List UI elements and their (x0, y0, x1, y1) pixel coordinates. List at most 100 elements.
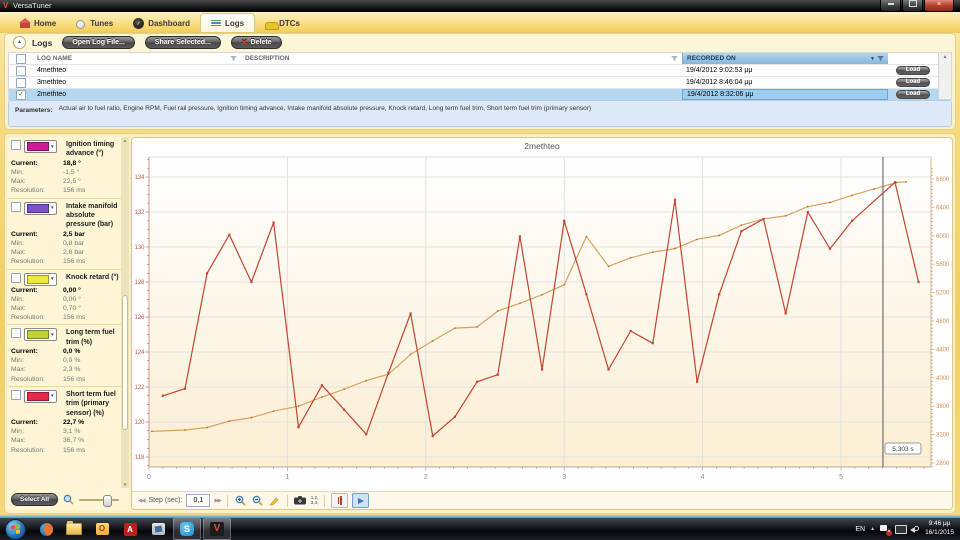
tab-tunes[interactable]: Tunes (66, 14, 123, 32)
taskbar-outlook-icon[interactable]: O (89, 519, 115, 539)
load-button[interactable]: Load (895, 66, 931, 75)
zoom-in-icon[interactable] (234, 495, 247, 507)
table-row[interactable]: 3methteo 19/4/2012 8:46:04 μμ Load (9, 77, 951, 89)
start-button[interactable] (5, 518, 26, 540)
snapshot-camera-icon[interactable] (294, 495, 307, 507)
series-checkbox[interactable] (11, 389, 21, 400)
tab-dashboard[interactable]: Dashboard (123, 14, 200, 32)
logs-panel-header: ▲ Logs Open Log File... Share Selected..… (5, 34, 955, 51)
min-value: 0,0 % (63, 357, 81, 365)
series-checkbox[interactable] (11, 201, 21, 212)
play-mode-button[interactable] (352, 493, 370, 508)
resolution-label: Resolution: (11, 187, 46, 195)
series-color-swatch[interactable]: ▾ (24, 328, 57, 342)
zoom-out-icon[interactable] (251, 495, 264, 507)
row-checkbox[interactable] (16, 65, 26, 76)
resolution-value: 156 ms (63, 187, 86, 195)
column-recorded-on[interactable]: RECORDED ON ▼ (682, 53, 888, 64)
select-all-checkbox[interactable] (16, 53, 26, 64)
svg-text:132: 132 (134, 210, 145, 216)
select-all-button[interactable]: Select All (11, 493, 59, 506)
scrollbar-thumb[interactable] (122, 294, 128, 431)
table-scrollbar[interactable]: ▲ (938, 53, 951, 99)
table-row[interactable]: 4methteo 19/4/2012 9:02:53 μμ Load (9, 65, 951, 77)
svg-text:6800: 6800 (936, 177, 950, 183)
row-checkbox[interactable] (16, 77, 26, 88)
filter-icon[interactable] (877, 55, 884, 62)
parameter-panel-map: ▾ Intake manifold absolute pressure (bar… (7, 199, 129, 270)
svg-text:4400: 4400 (936, 347, 950, 353)
parameter-panel-stft: ▾ Short term fuel trim (primary sensor) … (7, 387, 129, 457)
language-indicator[interactable]: EN (855, 526, 865, 533)
load-button[interactable]: Load (895, 78, 931, 87)
series-checkbox[interactable] (11, 272, 21, 283)
values-table-icon[interactable]: 1,2, 3,4, (311, 495, 319, 506)
current-label: Current: (11, 286, 38, 294)
tab-home[interactable]: Home (10, 14, 66, 32)
network-icon[interactable] (895, 524, 908, 534)
open-log-file-button[interactable]: Open Log File... (62, 36, 135, 49)
series-checkbox[interactable] (11, 140, 21, 150)
column-log-name[interactable]: LOG NAME (33, 53, 241, 64)
step-back-icon[interactable]: ◀◀ (138, 498, 146, 504)
chart-title: 2methteo (524, 141, 560, 151)
volume-icon[interactable] (910, 525, 920, 534)
tab-logs[interactable]: Logs (200, 13, 256, 32)
series-color-swatch[interactable]: ▾ (24, 272, 57, 286)
taskbar-firefox-icon[interactable] (33, 519, 59, 539)
taskbar: O A S V EN ▲ 9:46 μμ 16/1/2015 (0, 518, 960, 540)
step-forward-icon[interactable]: ▶▶ (214, 498, 222, 504)
svg-text:5: 5 (839, 474, 843, 481)
tab-bar: Home Tunes Dashboard Logs DTCs (0, 12, 960, 33)
row-checkbox-checked[interactable] (16, 89, 26, 100)
log-description-cell (241, 89, 682, 100)
max-label: Max: (11, 366, 26, 374)
resolution-value: 156 ms (63, 314, 86, 322)
clock-time: 9:46 μμ (928, 520, 951, 528)
log-chart[interactable]: 1181201221241261281301321342800320036004… (133, 153, 953, 493)
chart-toolbar: ◀◀ Step (sec): ▶▶ (132, 491, 952, 509)
close-button[interactable]: × (924, 0, 954, 12)
step-input[interactable] (186, 494, 211, 507)
svg-text:2: 2 (424, 474, 428, 481)
sidebar-scrollbar[interactable]: ▲ ▼ (121, 137, 129, 488)
collapse-icon[interactable]: ▲ (13, 36, 26, 49)
series-color-swatch[interactable]: ▾ (24, 201, 57, 215)
tab-dtcs[interactable]: DTCs (255, 14, 310, 32)
taskbar-photoviewer-icon[interactable] (145, 519, 171, 539)
load-button[interactable]: Load (895, 90, 931, 99)
scroll-up-icon[interactable]: ▲ (939, 54, 951, 60)
share-selected-button[interactable]: Share Selected... (144, 36, 221, 49)
cursor-mode-button[interactable] (331, 493, 349, 508)
cursor-bars-icon (340, 496, 342, 505)
series-color-swatch[interactable]: ▾ (24, 140, 57, 153)
action-center-flag-icon[interactable] (880, 524, 890, 534)
scroll-up-icon[interactable]: ▲ (121, 138, 129, 143)
max-value: 22,5 ° (63, 178, 81, 186)
maximize-button[interactable] (902, 0, 923, 12)
taskbar-skype-icon[interactable]: S (173, 518, 201, 540)
column-description[interactable]: DESCRIPTION (241, 53, 682, 64)
max-value: 36,7 % (63, 437, 85, 445)
logs-panel: ▲ Logs Open Log File... Share Selected..… (4, 33, 956, 130)
home-icon (19, 17, 31, 28)
hidden-icons-chevron[interactable]: ▲ (870, 526, 875, 532)
slider-thumb[interactable] (103, 494, 112, 507)
scroll-down-icon[interactable]: ▼ (121, 482, 129, 487)
clock[interactable]: 9:46 μμ 16/1/2015 (925, 520, 954, 538)
taskbar-versatuner-icon[interactable]: V (203, 518, 231, 540)
series-checkbox[interactable] (11, 328, 21, 339)
filter-icon[interactable] (230, 55, 237, 62)
series-color-swatch[interactable]: ▾ (24, 389, 57, 403)
highlight-tool-icon[interactable] (268, 495, 281, 507)
zoom-slider[interactable] (79, 494, 119, 507)
taskbar-explorer-icon[interactable] (61, 519, 87, 539)
min-value: 0,8 bar (63, 240, 85, 248)
delete-button[interactable]: ✕ Delete (230, 36, 282, 49)
svg-text:5600: 5600 (936, 262, 950, 268)
minimize-button[interactable] (880, 0, 901, 12)
log-name-cell: 2methteo (37, 91, 67, 98)
taskbar-reader-icon[interactable]: A (117, 519, 143, 539)
filter-icon[interactable] (671, 55, 678, 62)
svg-text:5200: 5200 (936, 291, 950, 297)
